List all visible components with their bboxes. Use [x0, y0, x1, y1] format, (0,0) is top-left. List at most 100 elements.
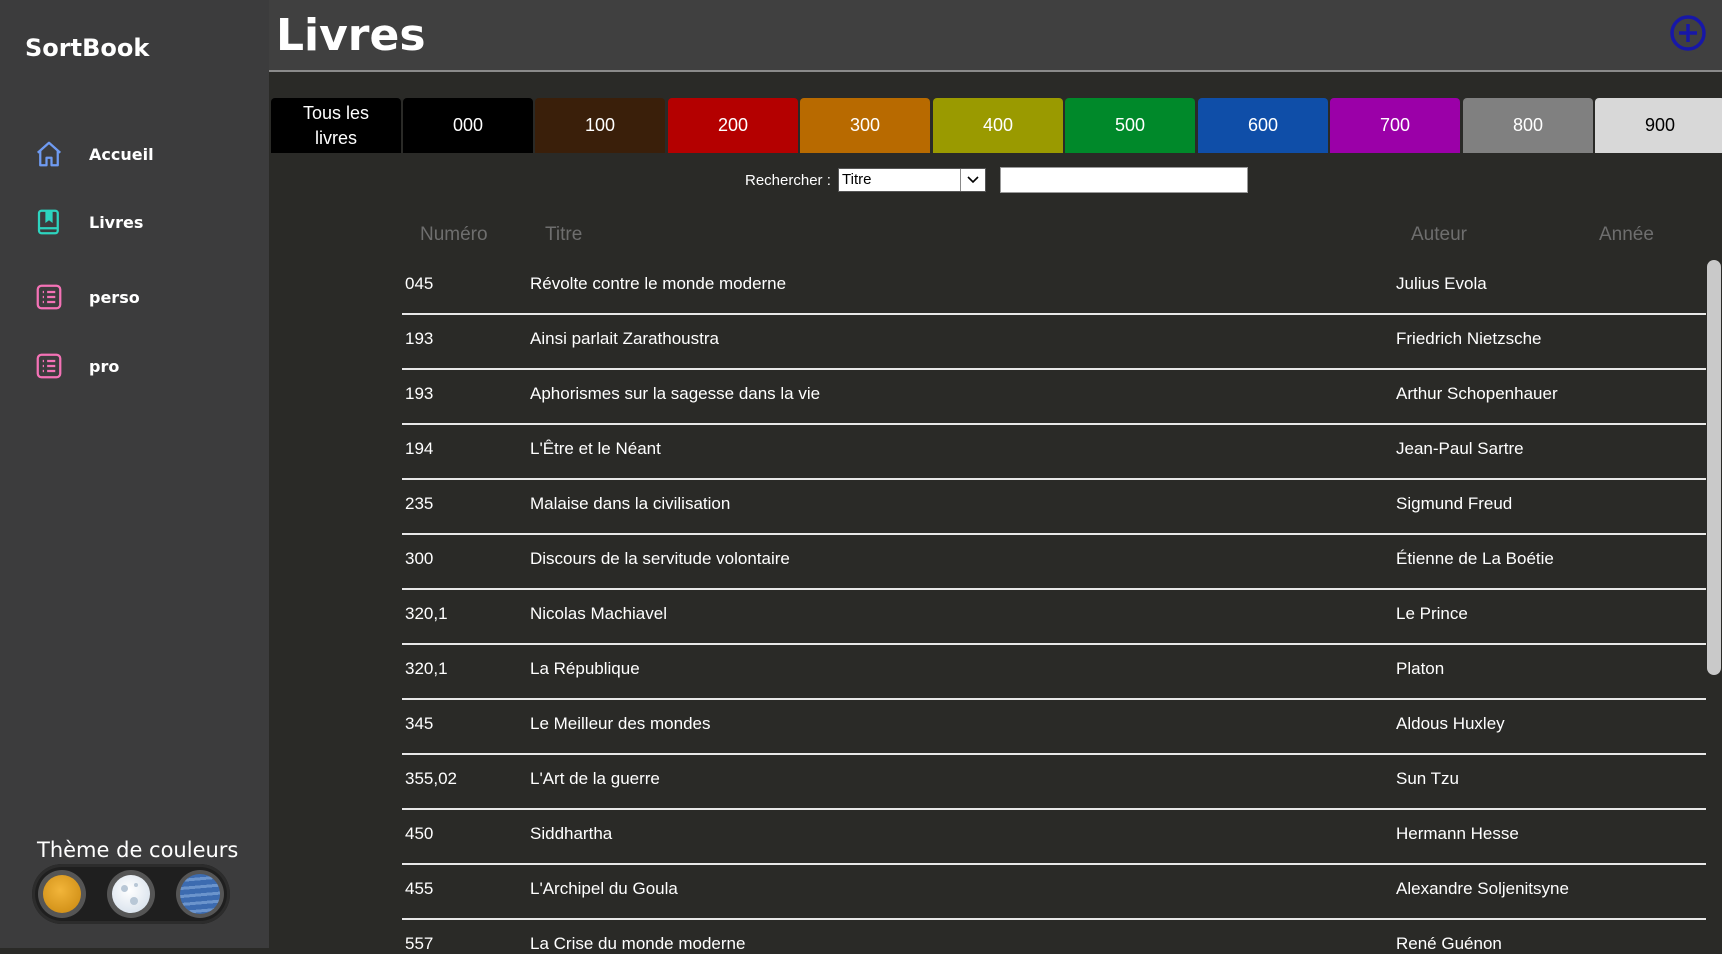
- cell-titre: L'Être et le Néant: [530, 439, 661, 458]
- plus-circle-icon: [1670, 15, 1706, 51]
- theme-switch: [32, 864, 230, 924]
- tab-label: 400: [982, 115, 1014, 135]
- header-bar: [269, 0, 1722, 70]
- cell-titre: Discours de la servitude volontaire: [530, 549, 790, 568]
- tab-000[interactable]: 000: [403, 98, 533, 153]
- tab-600[interactable]: 600: [1198, 98, 1328, 153]
- search-field-value: Titre: [842, 171, 872, 188]
- search-field-select[interactable]: Titre: [838, 168, 986, 192]
- tab-900[interactable]: 900: [1595, 98, 1722, 153]
- sidebar-item-label: Livres: [89, 212, 144, 232]
- cell-numero: 557: [405, 934, 434, 953]
- tab-label: 500: [1114, 115, 1146, 135]
- cell-numero: 045: [405, 274, 434, 293]
- cell-titre: Siddhartha: [530, 824, 613, 843]
- table-row[interactable]: 193 Ainsi parlait Zarathoustra Friedrich N…: [402, 315, 1706, 370]
- table-row[interactable]: 320,1 Nicolas Machiavel Le Prince: [402, 590, 1706, 645]
- tab-200[interactable]: 200: [668, 98, 798, 153]
- table-row[interactable]: 300 Discours de la servitude volontaire Ét…: [402, 535, 1706, 590]
- cell-auteur: Aldous Huxley: [1396, 714, 1505, 733]
- cell-titre: Nicolas Machiavel: [530, 604, 667, 623]
- theme-blue-button[interactable]: [176, 870, 224, 918]
- tab-label: 200: [717, 115, 749, 135]
- sidebar-item-label: Accueil: [89, 144, 154, 164]
- tab-label: 900: [1644, 115, 1676, 135]
- cell-titre: L'Art de la guerre: [530, 769, 660, 788]
- tab-400[interactable]: 400: [933, 98, 1063, 153]
- sidebar: SortBook Accueil Livres perso pro Thème …: [0, 0, 269, 948]
- cell-auteur: Étienne de La Boétie: [1396, 549, 1554, 568]
- add-book-button[interactable]: [1670, 15, 1706, 51]
- table-row[interactable]: 557 La Crise du monde moderne René Guénon: [402, 920, 1706, 953]
- tab-700[interactable]: 700: [1330, 98, 1460, 153]
- column-header-annee[interactable]: Année: [1599, 224, 1654, 246]
- cell-numero: 345: [405, 714, 434, 733]
- cell-titre: Ainsi parlait Zarathoustra: [530, 329, 719, 348]
- list-icon: [34, 351, 64, 381]
- cell-auteur: Arthur Schopenhauer: [1396, 384, 1558, 403]
- tab-label: 700: [1379, 115, 1411, 135]
- sidebar-item-pro[interactable]: pro: [34, 351, 119, 381]
- tab-label: Tous les livres: [302, 102, 370, 148]
- cell-titre: Révolte contre le monde moderne: [530, 274, 787, 293]
- sidebar-item-label: perso: [89, 287, 140, 307]
- theme-light-button[interactable]: [38, 870, 86, 918]
- theme-dark-button[interactable]: [107, 870, 155, 918]
- cell-auteur: René Guénon: [1396, 934, 1502, 953]
- cell-numero: 450: [405, 824, 434, 843]
- tab-300[interactable]: 300: [800, 98, 930, 153]
- table-row[interactable]: 193 Aphorismes sur la sagesse dans la vie…: [402, 370, 1706, 425]
- tab-label: 000: [452, 115, 484, 135]
- home-icon: [34, 139, 64, 169]
- app-title: SortBook: [25, 34, 150, 62]
- tab-500[interactable]: 500: [1065, 98, 1195, 153]
- cell-numero: 194: [405, 439, 434, 458]
- cell-titre: Le Meilleur des mondes: [530, 714, 711, 733]
- cell-auteur: Sun Tzu: [1396, 769, 1460, 788]
- column-header-titre[interactable]: Titre: [545, 224, 582, 246]
- column-header-numero[interactable]: Numéro: [420, 224, 488, 246]
- planet-icon: [180, 874, 220, 914]
- search-label: Rechercher :: [745, 172, 831, 189]
- table-row[interactable]: 235 Malaise dans la civilisation Sigmund F…: [402, 480, 1706, 535]
- header-divider: [269, 70, 1722, 72]
- table-row[interactable]: 045 Révolte contre le monde moderne Julius…: [402, 260, 1706, 315]
- table-row[interactable]: 455 L'Archipel du Goula Alexandre Soljenit…: [402, 865, 1706, 920]
- theme-title: Thème de couleurs: [37, 838, 239, 862]
- cell-numero: 320,1: [405, 659, 448, 678]
- tab-all[interactable]: Tous les livres: [271, 98, 401, 153]
- table-row[interactable]: 194 L'Être et le Néant Jean-Paul Sartre: [402, 425, 1706, 480]
- cell-auteur: Le Prince: [1396, 604, 1468, 623]
- cell-numero: 235: [405, 494, 434, 513]
- cell-numero: 355,02: [405, 769, 457, 788]
- table-row[interactable]: 355,02 L'Art de la guerre Sun Tzu: [402, 755, 1706, 810]
- cell-auteur: Sigmund Freud: [1396, 494, 1513, 513]
- scrollbar-thumb[interactable]: [1707, 260, 1721, 675]
- table-row[interactable]: 345 Le Meilleur des mondes Aldous Huxley: [402, 700, 1706, 755]
- cell-titre: La République: [530, 659, 640, 678]
- page-title: Livres: [276, 10, 426, 61]
- cell-numero: 193: [405, 329, 434, 348]
- cell-auteur: Friedrich Nietzsche: [1396, 329, 1542, 348]
- sidebar-item-livres[interactable]: Livres: [34, 207, 143, 237]
- list-icon: [34, 282, 64, 312]
- cell-titre: Malaise dans la civilisation: [530, 494, 731, 513]
- sun-icon: [43, 875, 81, 913]
- tab-label: 300: [849, 115, 881, 135]
- tab-800[interactable]: 800: [1463, 98, 1593, 153]
- cell-titre: La Crise du monde moderne: [530, 934, 746, 953]
- sidebar-item-perso[interactable]: perso: [34, 282, 140, 312]
- book-icon: [34, 207, 64, 237]
- search-input[interactable]: [1000, 167, 1248, 193]
- sidebar-item-accueil[interactable]: Accueil: [34, 139, 154, 169]
- cell-numero: 193: [405, 384, 434, 403]
- sidebar-item-label: pro: [89, 356, 120, 376]
- tab-100[interactable]: 100: [535, 98, 665, 153]
- cell-auteur: Jean-Paul Sartre: [1396, 439, 1524, 458]
- table-row[interactable]: 320,1 La République Platon: [402, 645, 1706, 700]
- tab-label: 100: [584, 115, 616, 135]
- table-row[interactable]: 450 Siddhartha Hermann Hesse: [402, 810, 1706, 865]
- tab-label: 800: [1512, 115, 1544, 135]
- moon-icon: [112, 875, 150, 913]
- column-header-auteur[interactable]: Auteur: [1411, 224, 1467, 246]
